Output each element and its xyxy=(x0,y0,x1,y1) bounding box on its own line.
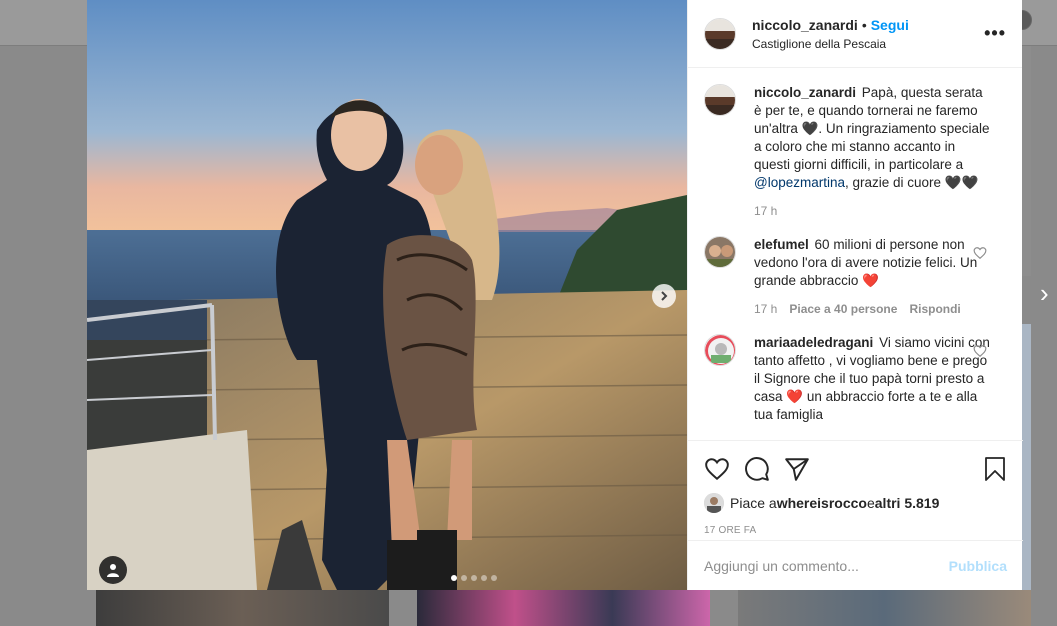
likes-middle: e xyxy=(866,495,875,511)
comment-username[interactable]: elefumel xyxy=(754,237,809,252)
action-bar xyxy=(704,449,1007,489)
post-username[interactable]: niccolo_zanardi xyxy=(752,17,858,33)
more-icon[interactable]: ••• xyxy=(984,23,1006,44)
comment-username[interactable]: mariaadeledragani xyxy=(754,335,873,350)
post-header: niccolo_zanardi • Segui Castiglione dell… xyxy=(688,0,1022,68)
add-comment-bar: Pubblica xyxy=(688,540,1023,590)
comment-likes[interactable]: Piace a 40 persone xyxy=(789,300,897,318)
actions-area: Piace a whereisrocco e altri 5.819 17 OR… xyxy=(688,440,1023,536)
carousel-dot xyxy=(461,575,467,581)
share-icon xyxy=(785,458,809,481)
background-thumbnail xyxy=(96,590,389,626)
post-side-panel: niccolo_zanardi • Segui Castiglione dell… xyxy=(687,0,1023,590)
separator-dot: • xyxy=(861,16,867,33)
list-item: mariaadeledragani Vi siamo vicini con ta… xyxy=(704,334,1007,424)
likes-others[interactable]: altri 5.819 xyxy=(875,495,940,511)
avatar[interactable] xyxy=(704,84,736,116)
carousel-dot xyxy=(491,575,497,581)
caption-username[interactable]: niccolo_zanardi xyxy=(754,85,856,100)
heart-icon xyxy=(705,458,729,481)
user-icon xyxy=(107,564,119,577)
like-button[interactable] xyxy=(704,449,744,489)
carousel-dots xyxy=(451,575,497,581)
heart-emoji: ❤️ xyxy=(862,273,879,288)
avatar[interactable] xyxy=(704,17,736,50)
caption-text-end: , grazie di cuore 🖤🖤 xyxy=(845,175,979,190)
carousel-dot xyxy=(471,575,477,581)
post-photo xyxy=(87,0,687,590)
background-thumbnail xyxy=(417,590,710,626)
heart-icon[interactable] xyxy=(973,246,987,260)
likes-prefix: Piace a xyxy=(730,495,777,511)
avatar[interactable] xyxy=(704,236,736,268)
chevron-right-icon xyxy=(661,291,668,301)
background-thumbnail xyxy=(738,590,1031,626)
post-location[interactable]: Castiglione della Pescaia xyxy=(752,37,984,51)
post-timestamp[interactable]: 17 ORE FA xyxy=(704,525,1007,536)
follow-button[interactable]: Segui xyxy=(871,17,909,33)
share-button[interactable] xyxy=(784,449,824,489)
bookmark-icon xyxy=(985,457,1005,481)
modal-next-arrow-icon[interactable]: › xyxy=(1040,280,1056,306)
likes-user[interactable]: whereisrocco xyxy=(777,495,867,511)
comment-button[interactable] xyxy=(744,449,784,489)
mention-link[interactable]: @lopezmartina xyxy=(754,175,845,190)
list-item: elefumel 60 milioni di persone non vedon… xyxy=(704,236,1007,318)
tagged-users-button[interactable] xyxy=(99,556,127,584)
comment-input[interactable] xyxy=(704,557,949,574)
save-button[interactable] xyxy=(967,449,1007,489)
publish-button[interactable]: Pubblica xyxy=(949,558,1007,574)
caption-time[interactable]: 17 h xyxy=(754,202,777,220)
comment-icon xyxy=(745,457,769,481)
heart-icon[interactable] xyxy=(973,344,987,358)
comment-time[interactable]: 17 h xyxy=(754,300,777,318)
caption: niccolo_zanardi Papà, questa serata è pe… xyxy=(704,84,1007,220)
carousel-dot xyxy=(451,575,457,581)
heart-emoji: ❤️ xyxy=(786,389,804,404)
reply-button[interactable]: Rispondi xyxy=(909,300,960,318)
avatar[interactable] xyxy=(704,334,736,366)
comments-list: niccolo_zanardi Papà, questa serata è pe… xyxy=(688,68,1023,440)
carousel-next-button[interactable] xyxy=(652,284,676,308)
carousel-dot xyxy=(481,575,487,581)
avatar[interactable] xyxy=(704,493,724,513)
likes-summary: Piace a whereisrocco e altri 5.819 xyxy=(704,493,1007,513)
